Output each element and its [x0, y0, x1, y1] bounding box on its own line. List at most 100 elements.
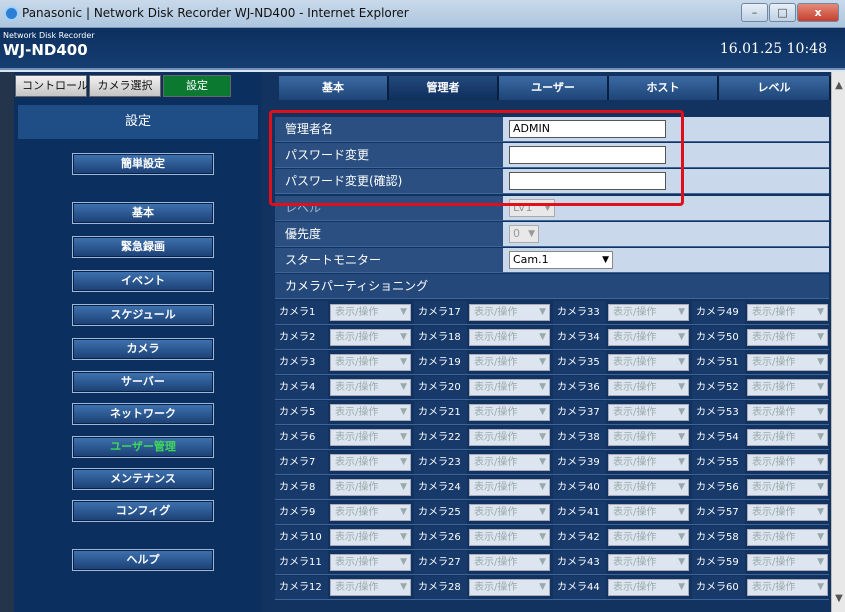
camera-permission-value: 表示/操作 [752, 482, 796, 493]
nav-network[interactable]: ネットワーク [72, 403, 214, 425]
nav-help[interactable]: ヘルプ [72, 549, 214, 571]
nav-user-management[interactable]: ユーザー管理 [72, 436, 214, 458]
camera-permission-select[interactable]: 表示/操作 ▼ [608, 504, 689, 521]
camera-permission-select[interactable]: 表示/操作 ▼ [608, 304, 689, 321]
camera-permission-select[interactable]: 表示/操作 ▼ [330, 554, 411, 571]
chevron-down-icon: ▼ [678, 357, 685, 367]
camera-permission-select[interactable]: 表示/操作 ▼ [608, 529, 689, 546]
nav-config[interactable]: コンフィグ [72, 500, 214, 522]
camera-permission-select[interactable]: 表示/操作 ▼ [330, 454, 411, 471]
camera-label: カメラ1 [275, 301, 328, 324]
camera-label: カメラ2 [275, 326, 328, 349]
camera-label: カメラ42 [553, 526, 606, 549]
sidebar-title: 設定 [18, 105, 258, 139]
camera-cell: カメラ6 表示/操作 ▼ [275, 426, 413, 449]
nav-server[interactable]: サーバー [72, 371, 214, 393]
scroll-up-icon[interactable]: ▲ [832, 80, 845, 91]
tab-host[interactable]: ホスト [609, 76, 719, 100]
camera-permission-select[interactable]: 表示/操作 ▼ [608, 379, 689, 396]
camera-permission-value: 表示/操作 [613, 307, 657, 318]
chevron-down-icon: ▼ [539, 432, 546, 442]
tab-control[interactable]: コントロール [15, 75, 88, 97]
camera-permission-select[interactable]: 表示/操作 ▼ [608, 329, 689, 346]
camera-permission-select[interactable]: 表示/操作 ▼ [747, 529, 828, 546]
internet-explorer-icon [4, 6, 19, 21]
camera-permission-select[interactable]: 表示/操作 ▼ [608, 554, 689, 571]
camera-permission-select[interactable]: 表示/操作 ▼ [469, 304, 550, 321]
camera-permission-select[interactable]: 表示/操作 ▼ [747, 504, 828, 521]
camera-permission-select[interactable]: 表示/操作 ▼ [330, 479, 411, 496]
camera-permission-select[interactable]: 表示/操作 ▼ [747, 454, 828, 471]
tab-user[interactable]: ユーザー [499, 76, 609, 100]
camera-permission-select[interactable]: 表示/操作 ▼ [330, 354, 411, 371]
camera-cell: カメラ26 表示/操作 ▼ [414, 526, 552, 549]
priority-select[interactable]: 0 ▼ [509, 225, 539, 243]
maximize-button[interactable]: □ [769, 3, 796, 22]
camera-permission-select[interactable]: 表示/操作 ▼ [469, 454, 550, 471]
camera-permission-select[interactable]: 表示/操作 ▼ [747, 304, 828, 321]
tab-basic[interactable]: 基本 [279, 76, 389, 100]
camera-permission-select[interactable]: 表示/操作 ▼ [469, 579, 550, 596]
camera-permission-select[interactable]: 表示/操作 ▼ [330, 329, 411, 346]
camera-permission-select[interactable]: 表示/操作 ▼ [469, 504, 550, 521]
camera-permission-select[interactable]: 表示/操作 ▼ [330, 429, 411, 446]
chevron-down-icon: ▼ [400, 357, 407, 367]
camera-permission-select[interactable]: 表示/操作 ▼ [608, 429, 689, 446]
minimize-button[interactable]: – [741, 3, 768, 22]
camera-label: カメラ53 [692, 401, 745, 424]
chevron-down-icon: ▼ [400, 407, 407, 417]
nav-camera[interactable]: カメラ [72, 338, 214, 360]
camera-permission-select[interactable]: 表示/操作 ▼ [469, 554, 550, 571]
camera-permission-select[interactable]: 表示/操作 ▼ [608, 454, 689, 471]
camera-permission-select[interactable]: 表示/操作 ▼ [330, 304, 411, 321]
camera-permission-select[interactable]: 表示/操作 ▼ [330, 529, 411, 546]
vertical-scrollbar[interactable]: ▲ ▼ [831, 72, 845, 612]
start-monitor-select[interactable]: Cam.1 ▼ [509, 251, 613, 269]
camera-permission-select[interactable]: 表示/操作 ▼ [747, 579, 828, 596]
camera-permission-select[interactable]: 表示/操作 ▼ [469, 354, 550, 371]
camera-permission-select[interactable]: 表示/操作 ▼ [747, 329, 828, 346]
camera-permission-select[interactable]: 表示/操作 ▼ [330, 579, 411, 596]
section-tabs: 基本 管理者 ユーザー ホスト レベル [261, 72, 831, 100]
camera-permission-select[interactable]: 表示/操作 ▼ [469, 529, 550, 546]
tab-camera-select[interactable]: カメラ選択 [89, 75, 161, 97]
camera-permission-select[interactable]: 表示/操作 ▼ [330, 404, 411, 421]
camera-permission-select[interactable]: 表示/操作 ▼ [469, 429, 550, 446]
nav-easy-setup[interactable]: 簡単設定 [72, 153, 214, 175]
nav-maintenance[interactable]: メンテナンス [72, 468, 214, 490]
camera-cell: カメラ44 表示/操作 ▼ [553, 576, 691, 599]
camera-permission-select[interactable]: 表示/操作 ▼ [747, 479, 828, 496]
tab-settings[interactable]: 設定 [163, 75, 231, 97]
camera-permission-select[interactable]: 表示/操作 ▼ [747, 379, 828, 396]
camera-cell: カメラ56 表示/操作 ▼ [692, 476, 830, 499]
camera-permission-select[interactable]: 表示/操作 ▼ [608, 479, 689, 496]
camera-permission-select[interactable]: 表示/操作 ▼ [608, 404, 689, 421]
chevron-down-icon: ▼ [817, 382, 824, 392]
camera-label: カメラ40 [553, 476, 606, 499]
camera-label: カメラ33 [553, 301, 606, 324]
scroll-down-icon[interactable]: ▼ [832, 593, 845, 604]
camera-permission-value: 表示/操作 [752, 432, 796, 443]
camera-permission-select[interactable]: 表示/操作 ▼ [469, 379, 550, 396]
camera-permission-select[interactable]: 表示/操作 ▼ [469, 479, 550, 496]
nav-schedule[interactable]: スケジュール [72, 304, 214, 326]
camera-permission-select[interactable]: 表示/操作 ▼ [608, 579, 689, 596]
close-button[interactable]: x [797, 3, 839, 22]
camera-permission-select[interactable]: 表示/操作 ▼ [747, 404, 828, 421]
tab-level[interactable]: レベル [719, 76, 831, 100]
camera-permission-select[interactable]: 表示/操作 ▼ [469, 329, 550, 346]
camera-label: カメラ59 [692, 551, 745, 574]
camera-permission-select[interactable]: 表示/操作 ▼ [747, 429, 828, 446]
nav-emergency-recording[interactable]: 緊急録画 [72, 236, 214, 258]
nav-event[interactable]: イベント [72, 270, 214, 292]
camera-permission-select[interactable]: 表示/操作 ▼ [330, 504, 411, 521]
camera-permission-select[interactable]: 表示/操作 ▼ [747, 554, 828, 571]
camera-permission-select[interactable]: 表示/操作 ▼ [469, 404, 550, 421]
camera-permission-select[interactable]: 表示/操作 ▼ [330, 379, 411, 396]
camera-permission-select[interactable]: 表示/操作 ▼ [747, 354, 828, 371]
tab-administrator[interactable]: 管理者 [389, 76, 499, 100]
start-monitor-label: スタートモニター [285, 253, 382, 267]
camera-cell: カメラ54 表示/操作 ▼ [692, 426, 830, 449]
nav-basic[interactable]: 基本 [72, 202, 214, 224]
camera-permission-select[interactable]: 表示/操作 ▼ [608, 354, 689, 371]
